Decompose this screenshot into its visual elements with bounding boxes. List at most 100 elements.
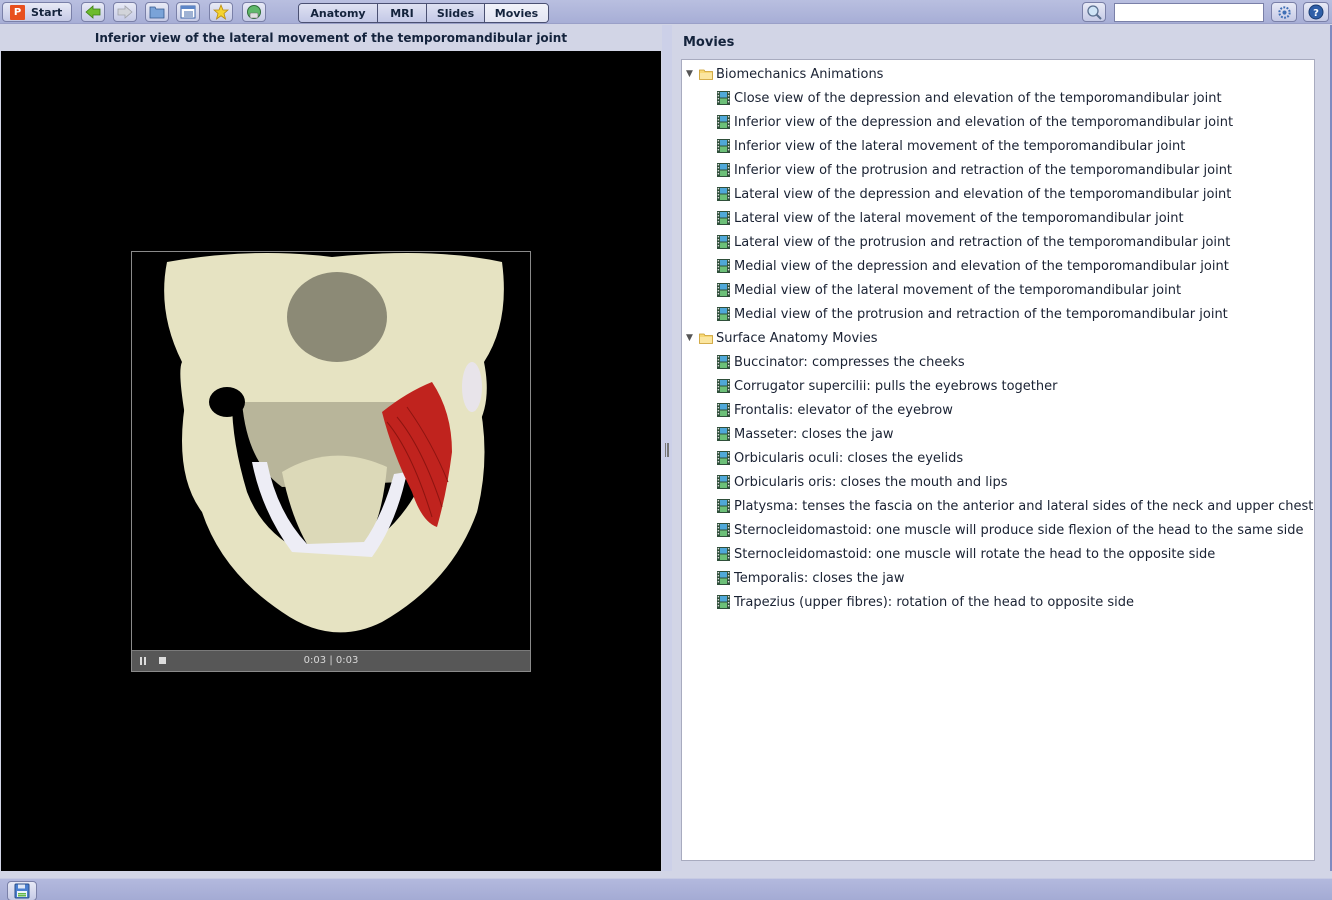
film-icon: [717, 427, 730, 441]
forward-button[interactable]: [113, 2, 137, 22]
folder-button[interactable]: [145, 2, 169, 22]
search-button[interactable]: [1082, 2, 1106, 22]
time-readout: 0:03 | 0:03: [132, 655, 530, 666]
movie-list-item[interactable]: Inferior view of the lateral movement of…: [686, 134, 1313, 158]
movie-label[interactable]: Buccinator: compresses the cheeks: [734, 355, 965, 370]
back-button[interactable]: [81, 2, 105, 22]
tab-movies[interactable]: Movies: [485, 4, 548, 22]
expand-caret-icon[interactable]: ▼: [686, 333, 696, 343]
movie-label[interactable]: Lateral view of the depression and eleva…: [734, 187, 1231, 202]
movie-label[interactable]: Inferior view of the lateral movement of…: [734, 139, 1185, 154]
movie-label[interactable]: Medial view of the depression and elevat…: [734, 259, 1229, 274]
movie-label[interactable]: Masseter: closes the jaw: [734, 427, 894, 442]
folder-label: Biomechanics Animations: [716, 66, 884, 82]
movie-list-item[interactable]: Inferior view of the protrusion and retr…: [686, 158, 1313, 182]
movie-list-item[interactable]: Trapezius (upper fibres): rotation of th…: [686, 590, 1313, 614]
search-icon: [1087, 5, 1102, 20]
movie-list-item[interactable]: Orbicularis oculi: closes the eyelids: [686, 446, 1313, 470]
movie-label[interactable]: Corrugator supercilii: pulls the eyebrow…: [734, 379, 1057, 394]
favorites-button[interactable]: [209, 2, 233, 22]
movie-list-item[interactable]: Sternocleidomastoid: one muscle will rot…: [686, 542, 1313, 566]
gear-icon: [1277, 5, 1291, 19]
tree-folder[interactable]: ▼ Biomechanics Animations: [686, 62, 1313, 86]
film-icon: [717, 187, 730, 201]
movie-label[interactable]: Trapezius (upper fibres): rotation of th…: [734, 595, 1134, 610]
film-icon: [717, 595, 730, 609]
favorites-star-icon: [213, 4, 229, 20]
movie-list-item[interactable]: Medial view of the depression and elevat…: [686, 254, 1313, 278]
splitter-grip-icon[interactable]: [665, 443, 669, 457]
tab-slides[interactable]: Slides: [427, 4, 485, 22]
movie-list-item[interactable]: Temporalis: closes the jaw: [686, 566, 1313, 590]
help-icon: ?: [1308, 4, 1324, 20]
movie-list-item[interactable]: Corrugator supercilii: pulls the eyebrow…: [686, 374, 1313, 398]
video-frame: [132, 252, 530, 650]
forward-arrow-icon: [117, 5, 133, 19]
movie-label[interactable]: Orbicularis oculi: closes the eyelids: [734, 451, 963, 466]
movie-pane: Inferior view of the lateral movement of…: [0, 25, 662, 871]
settings-button[interactable]: [1271, 2, 1297, 22]
duration: 0:03: [335, 655, 359, 666]
film-icon: [717, 259, 730, 273]
expand-caret-icon[interactable]: ▼: [686, 69, 696, 79]
globe-icon: [247, 5, 261, 19]
movie-label[interactable]: Frontalis: elevator of the eyebrow: [734, 403, 953, 418]
help-button[interactable]: ?: [1303, 2, 1329, 22]
movie-label[interactable]: Lateral view of the protrusion and retra…: [734, 235, 1230, 250]
movie-list-item[interactable]: Lateral view of the lateral movement of …: [686, 206, 1313, 230]
film-icon: [717, 523, 730, 537]
save-button[interactable]: [7, 881, 37, 900]
movies-tree-container: ▼ Biomechanics Animations Close view of th…: [681, 59, 1315, 861]
movie-label[interactable]: Orbicularis oris: closes the mouth and l…: [734, 475, 1007, 490]
movie-list-item[interactable]: Platysma: tenses the fascia on the anter…: [686, 494, 1313, 518]
tab-anatomy[interactable]: Anatomy: [299, 4, 378, 22]
movie-list-item[interactable]: Close view of the depression and elevati…: [686, 86, 1313, 110]
video-controls: 0:03 | 0:03: [132, 650, 530, 671]
view-tabs: Anatomy MRI Slides Movies: [298, 3, 549, 23]
movie-title: Inferior view of the lateral movement of…: [94, 31, 568, 45]
movies-heading: Movies: [683, 35, 735, 50]
save-floppy-icon: [14, 883, 30, 899]
film-icon: [717, 379, 730, 393]
search-input[interactable]: [1114, 3, 1264, 22]
movie-list-item[interactable]: Frontalis: elevator of the eyebrow: [686, 398, 1313, 422]
tree-folder[interactable]: ▼ Surface Anatomy Movies: [686, 326, 1313, 350]
movie-list-item[interactable]: Masseter: closes the jaw: [686, 422, 1313, 446]
tab-mri[interactable]: MRI: [378, 4, 427, 22]
movie-label[interactable]: Sternocleidomastoid: one muscle will pro…: [734, 523, 1303, 538]
movie-label[interactable]: Lateral view of the lateral movement of …: [734, 211, 1184, 226]
start-button[interactable]: P Start: [2, 2, 72, 22]
movie-label[interactable]: Inferior view of the protrusion and retr…: [734, 163, 1232, 178]
film-icon: [717, 475, 730, 489]
film-icon: [717, 403, 730, 417]
movie-list-item[interactable]: Inferior view of the depression and elev…: [686, 110, 1313, 134]
film-icon: [717, 451, 730, 465]
movie-list-item[interactable]: Orbicularis oris: closes the mouth and l…: [686, 470, 1313, 494]
globe-button[interactable]: [242, 2, 266, 22]
film-icon: [717, 115, 730, 129]
video-player[interactable]: 0:03 | 0:03: [131, 251, 531, 672]
time-separator: |: [329, 655, 333, 666]
movie-label[interactable]: Inferior view of the depression and elev…: [734, 115, 1233, 130]
movie-label[interactable]: Medial view of the protrusion and retrac…: [734, 307, 1228, 322]
list-icon: [180, 5, 196, 19]
movie-label[interactable]: Temporalis: closes the jaw: [734, 571, 905, 586]
movie-list-item[interactable]: Medial view of the protrusion and retrac…: [686, 302, 1313, 326]
movie-label[interactable]: Sternocleidomastoid: one muscle will rot…: [734, 547, 1215, 562]
movie-label[interactable]: Close view of the depression and elevati…: [734, 91, 1222, 106]
movie-list-item[interactable]: Sternocleidomastoid: one muscle will pro…: [686, 518, 1313, 542]
movies-panel: Movies ▼ Biomechanics Animations Close vie…: [672, 25, 1330, 871]
movie-list-item[interactable]: Buccinator: compresses the cheeks: [686, 350, 1313, 374]
movie-label[interactable]: Platysma: tenses the fascia on the anter…: [734, 499, 1313, 514]
movie-label[interactable]: Medial view of the lateral movement of t…: [734, 283, 1181, 298]
movie-list-item[interactable]: Lateral view of the depression and eleva…: [686, 182, 1313, 206]
film-icon: [717, 163, 730, 177]
movie-list-item[interactable]: Medial view of the lateral movement of t…: [686, 278, 1313, 302]
pane-splitter[interactable]: [662, 25, 672, 871]
start-label: Start: [31, 5, 63, 19]
folder-label: Surface Anatomy Movies: [716, 330, 878, 346]
list-button[interactable]: [176, 2, 200, 22]
movie-list-item[interactable]: Lateral view of the protrusion and retra…: [686, 230, 1313, 254]
folder-icon: [699, 69, 713, 80]
film-icon: [717, 211, 730, 225]
